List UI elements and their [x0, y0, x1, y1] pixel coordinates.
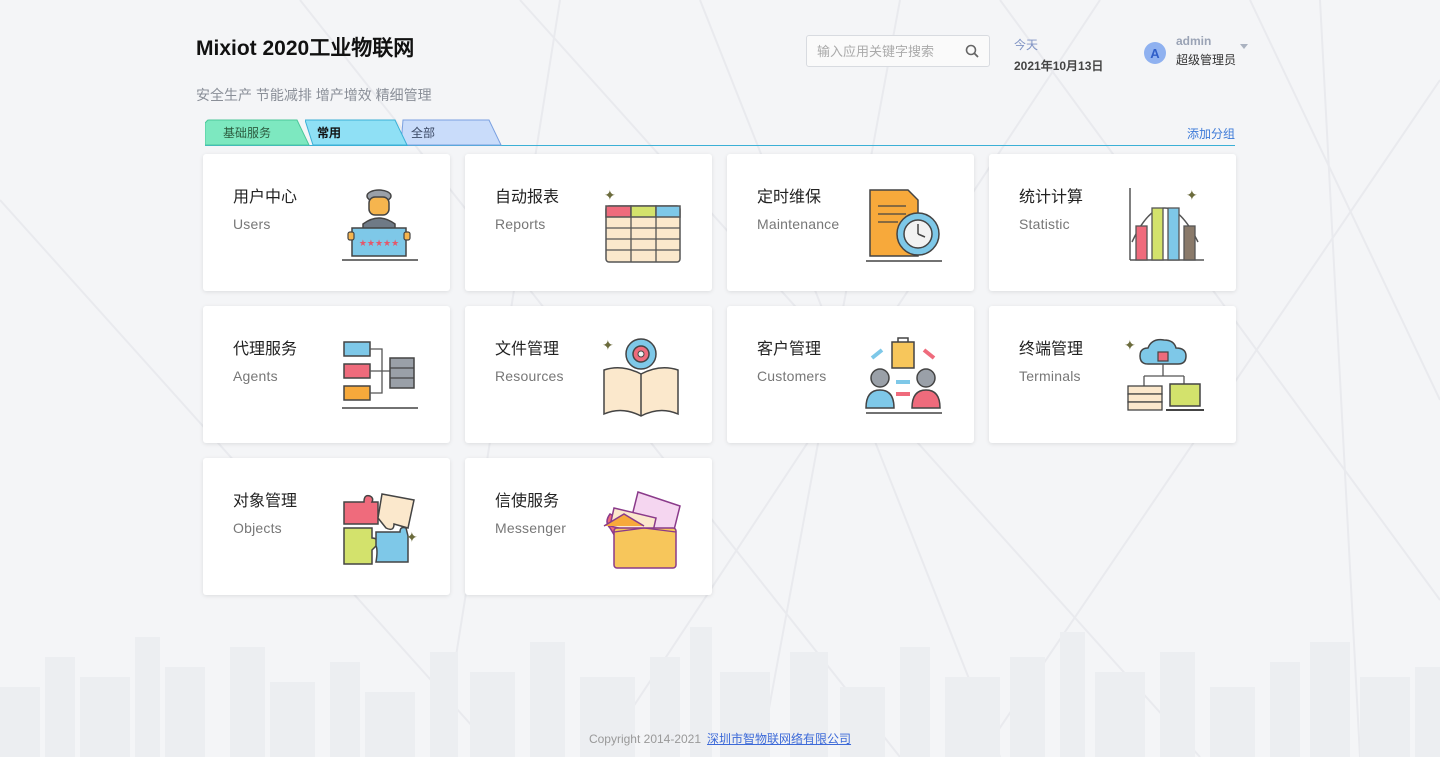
- card-subtitle: Agents: [233, 368, 278, 384]
- card-title: 统计计算: [1019, 189, 1084, 206]
- page-subtitle: 安全生产 节能减排 增产增效 精细管理: [196, 87, 432, 103]
- card-title: 用户中心: [233, 189, 298, 206]
- footer: Copyright 2014-2021 深圳市智物联网络有限公司: [0, 730, 1440, 747]
- card-title: 客户管理: [757, 341, 822, 358]
- card-subtitle: Terminals: [1019, 368, 1081, 384]
- app-card-maintenance[interactable]: 定时维保 Maintenance: [727, 154, 974, 291]
- app-card-statistic[interactable]: 统计计算 Statistic ✦: [989, 154, 1236, 291]
- search-input[interactable]: [817, 43, 957, 59]
- card-subtitle: Maintenance: [757, 216, 840, 232]
- tab-label: 基础服务: [223, 125, 272, 140]
- svg-text:★★★★★: ★★★★★: [359, 239, 399, 249]
- svg-text:✦: ✦: [1186, 188, 1198, 204]
- copyright-text: Copyright 2014-2021: [588, 732, 702, 746]
- card-subtitle: Statistic: [1019, 216, 1070, 232]
- customers-icon: [865, 337, 942, 414]
- add-group-link[interactable]: 添加分组: [1187, 125, 1235, 142]
- date-block: 今天 2021年10月13日: [1014, 36, 1103, 74]
- messenger-icon: [603, 491, 681, 569]
- company-link[interactable]: 深圳市智物联网络有限公司: [707, 732, 851, 746]
- statistic-icon: ✦: [1129, 188, 1204, 261]
- app-card-customers[interactable]: 客户管理 Customers: [727, 306, 974, 443]
- tab-label: 全部: [411, 125, 436, 140]
- tab-label: 常用: [317, 125, 342, 140]
- agents-icon: [342, 341, 418, 409]
- user-info[interactable]: admin 超级管理员: [1176, 34, 1236, 68]
- reports-icon: ✦: [604, 188, 681, 263]
- card-subtitle: Messenger: [495, 520, 567, 536]
- search-box[interactable]: [806, 35, 990, 67]
- app-card-users[interactable]: 用户中心 Users ★★★★★: [203, 154, 450, 291]
- chevron-down-icon[interactable]: [1240, 43, 1249, 49]
- app-card-reports[interactable]: 自动报表 Reports ✦: [465, 154, 712, 291]
- tab-bar: 基础服务 全部 常用 添加分组: [205, 119, 1235, 146]
- card-subtitle: Users: [233, 216, 271, 232]
- tab-all[interactable]: 全部: [401, 119, 505, 146]
- card-title: 信使服务: [495, 493, 560, 510]
- app-grid: 用户中心 Users ★★★★★ 自动报表 Reports ✦ 定时维保 Mai…: [203, 154, 1236, 595]
- app-card-resources[interactable]: 文件管理 Resources ✦: [465, 306, 712, 443]
- resources-icon: ✦: [602, 338, 679, 417]
- card-subtitle: Reports: [495, 216, 546, 232]
- maintenance-icon: [866, 189, 942, 262]
- avatar[interactable]: A: [1144, 42, 1166, 64]
- search-icon[interactable]: [965, 44, 979, 58]
- card-title: 文件管理: [495, 341, 560, 358]
- date-label: 今天: [1014, 38, 1039, 52]
- card-title: 对象管理: [233, 493, 298, 510]
- user-role: 超级管理员: [1176, 53, 1237, 67]
- card-title: 代理服务: [233, 341, 298, 358]
- date-value: 2021年10月13日: [1014, 59, 1104, 73]
- app-card-terminals[interactable]: 终端管理 Terminals ✦: [989, 306, 1236, 443]
- svg-text:✦: ✦: [1124, 338, 1136, 354]
- svg-text:✦: ✦: [604, 188, 616, 204]
- card-subtitle: Resources: [495, 368, 564, 384]
- tab-common[interactable]: 常用: [305, 119, 413, 146]
- tab-basic-services[interactable]: 基础服务: [205, 119, 313, 146]
- svg-text:✦: ✦: [602, 338, 614, 354]
- objects-icon: ✦: [343, 493, 418, 565]
- card-subtitle: Customers: [757, 368, 827, 384]
- user-name: admin: [1176, 34, 1212, 48]
- card-title: 定时维保: [757, 189, 822, 206]
- svg-text:✦: ✦: [406, 530, 418, 546]
- terminals-icon: ✦: [1124, 338, 1204, 411]
- app-card-agents[interactable]: 代理服务 Agents: [203, 306, 450, 443]
- app-card-messenger[interactable]: 信使服务 Messenger: [465, 458, 712, 595]
- users-icon: ★★★★★: [342, 189, 418, 261]
- card-title: 终端管理: [1019, 341, 1084, 358]
- page-title: Mixiot 2020工业物联网: [196, 37, 415, 60]
- user-menu[interactable]: A admin 超级管理员: [1144, 34, 1249, 68]
- app-card-objects[interactable]: 对象管理 Objects ✦: [203, 458, 450, 595]
- card-title: 自动报表: [495, 189, 560, 206]
- card-subtitle: Objects: [233, 520, 282, 536]
